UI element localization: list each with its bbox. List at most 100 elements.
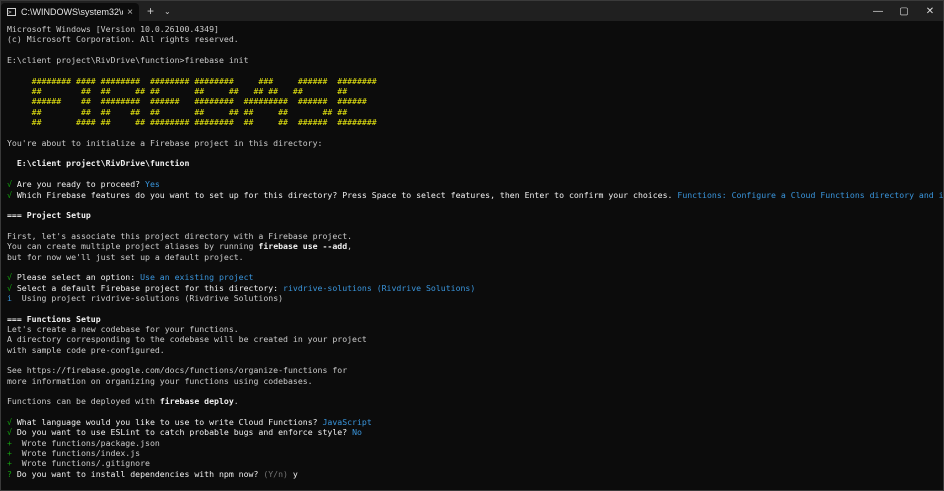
terminal-text: E:\client project\RivDrive\function>fire… <box>7 55 249 66</box>
terminal-text: + <box>7 437 22 448</box>
terminal-text: Using project rivdrive-solutions (Rivdri… <box>21 292 284 303</box>
terminal-text: What language would you like to use to w… <box>16 417 323 428</box>
terminal-icon: >_ <box>7 8 16 16</box>
tab-title: C:\WINDOWS\system32\cmd. <box>21 7 123 17</box>
terminal-text: Select a default Firebase project for th… <box>16 282 284 293</box>
terminal-line: ######## #### ######## ######## ########… <box>7 76 937 86</box>
terminal-text: A directory corresponding to the codebas… <box>7 334 367 345</box>
tab-close-icon[interactable]: × <box>127 7 133 18</box>
terminal-line: more information on organizing your func… <box>7 376 937 386</box>
terminal-line: √ What language would you like to use to… <box>7 417 937 427</box>
terminal-text: with sample code pre-configured. <box>7 344 165 355</box>
terminal-text: E:\client project\RivDrive\function <box>7 158 190 169</box>
terminal-line: Let's create a new codebase for your fun… <box>7 324 937 334</box>
terminal-text: more information on organizing your func… <box>7 375 313 386</box>
terminal-line: i Using project rivdrive-solutions (Rivd… <box>7 293 937 303</box>
terminal-line: + Wrote functions/package.json <box>7 438 937 448</box>
terminal-text: firebase use --add <box>258 241 348 252</box>
terminal-text: i <box>7 292 22 303</box>
terminal-text: √ <box>7 189 17 200</box>
terminal-line: ? Do you want to install dependencies wi… <box>7 469 937 479</box>
terminal-line: with sample code pre-configured. <box>7 345 937 355</box>
terminal-text: Which Firebase features do you want to s… <box>16 189 678 200</box>
terminal-text: √ <box>7 427 17 438</box>
tab-cmd[interactable]: >_ C:\WINDOWS\system32\cmd. × <box>1 3 139 21</box>
terminal-text: See https://firebase.google.com/docs/fun… <box>7 365 348 376</box>
window-controls: — ▢ ✕ <box>865 1 943 21</box>
terminal-line: √ Do you want to use ESLint to catch pro… <box>7 427 937 437</box>
terminal-line: Functions can be deployed with firebase … <box>7 396 937 406</box>
terminal-text: Do you want to use ESLint to catch proba… <box>16 427 353 438</box>
maximize-button[interactable]: ▢ <box>891 1 917 21</box>
terminal-line: See https://firebase.google.com/docs/fun… <box>7 365 937 375</box>
terminal-output[interactable]: Microsoft Windows [Version 10.0.26100.43… <box>1 21 944 482</box>
terminal-line: E:\client project\RivDrive\function>fire… <box>7 55 937 65</box>
terminal-text: Do you want to install dependencies with… <box>16 468 264 479</box>
terminal-text: (c) Microsoft Corporation. All rights re… <box>7 34 239 45</box>
terminal-line: You can create multiple project aliases … <box>7 241 937 251</box>
terminal-line: + Wrote functions/index.js <box>7 448 937 458</box>
terminal-line: A directory corresponding to the codebas… <box>7 334 937 344</box>
terminal-text: ######## #### ######## ######## ########… <box>7 75 377 86</box>
minimize-button[interactable]: — <box>865 1 891 21</box>
terminal-line: === Project Setup <box>7 210 937 220</box>
new-tab-button[interactable]: + <box>147 4 154 18</box>
chevron-down-icon[interactable]: ⌄ <box>164 7 171 16</box>
terminal-line: √ Are you ready to proceed? Yes <box>7 179 937 189</box>
terminal-line: Microsoft Windows [Version 10.0.26100.43… <box>7 24 937 34</box>
terminal-text: No <box>352 427 362 438</box>
terminal-text: but for now we'll just set up a default … <box>7 251 244 262</box>
terminal-text: JavaScript <box>322 417 372 428</box>
terminal-line: ## ## ## ## ## ## ## ## ## ## ## <box>7 107 937 117</box>
terminal-line: ###### ## ######## ###### ######## #####… <box>7 96 937 106</box>
terminal-text: Please select an option: <box>16 272 141 283</box>
terminal-text: === Project Setup <box>7 210 91 221</box>
terminal-line: + Wrote functions/.gitignore <box>7 458 937 468</box>
terminal-text: You're about to initialize a Firebase pr… <box>7 137 323 148</box>
terminal-line: √ Select a default Firebase project for … <box>7 283 937 293</box>
terminal-text: ? <box>7 468 17 479</box>
terminal-text: √ <box>7 417 17 428</box>
terminal-line: ## #### ## ## ######## ######## ## ## ##… <box>7 117 937 127</box>
terminal-line: E:\client project\RivDrive\function <box>7 158 937 168</box>
terminal-text: ###### ## ######## ###### ######## #####… <box>7 96 367 107</box>
terminal-text: + <box>7 458 22 469</box>
terminal-text: ## ## ## ## ## ## ## ## ## ## ## <box>7 86 348 97</box>
terminal-text: y <box>292 468 298 479</box>
terminal-text: Use an existing project <box>140 272 254 283</box>
terminal-text: rivdrive-solutions (Rivdrive Solutions) <box>283 282 476 293</box>
terminal-text: You can create multiple project aliases … <box>7 241 259 252</box>
terminal-text: Functions can be deployed with <box>7 396 160 407</box>
terminal-text: ## #### ## ## ######## ######## ## ## ##… <box>7 117 377 128</box>
terminal-line: √ Which Firebase features do you want to… <box>7 189 944 200</box>
terminal-text: First, let's associate this project dire… <box>7 230 353 241</box>
terminal-text: √ <box>7 282 17 293</box>
terminal-text: firebase deploy <box>159 396 234 407</box>
terminal-window: >_ C:\WINDOWS\system32\cmd. × + ⌄ — ▢ ✕ … <box>0 0 944 491</box>
terminal-text: . <box>233 396 239 407</box>
terminal-line: ## ## ## ## ## ## ## ## ## ## ## <box>7 86 937 96</box>
terminal-line: === Functions Setup <box>7 314 937 324</box>
close-button[interactable]: ✕ <box>917 1 943 21</box>
terminal-line: You're about to initialize a Firebase pr… <box>7 138 937 148</box>
terminal-text: Yes <box>145 179 160 190</box>
terminal-text: Wrote functions/package.json <box>21 437 160 448</box>
terminal-text: Functions: Configure a Cloud Functions d… <box>677 189 944 200</box>
terminal-text: === Functions Setup <box>7 313 101 324</box>
terminal-text: (Y/n) <box>263 468 293 479</box>
terminal-line: but for now we'll just set up a default … <box>7 252 937 262</box>
terminal-text: ## ## ## ## ## ## ## ## ## ## ## <box>7 106 348 117</box>
terminal-text: Let's create a new codebase for your fun… <box>7 323 239 334</box>
terminal-text: √ <box>7 179 17 190</box>
terminal-text: Are you ready to proceed? <box>16 179 146 190</box>
